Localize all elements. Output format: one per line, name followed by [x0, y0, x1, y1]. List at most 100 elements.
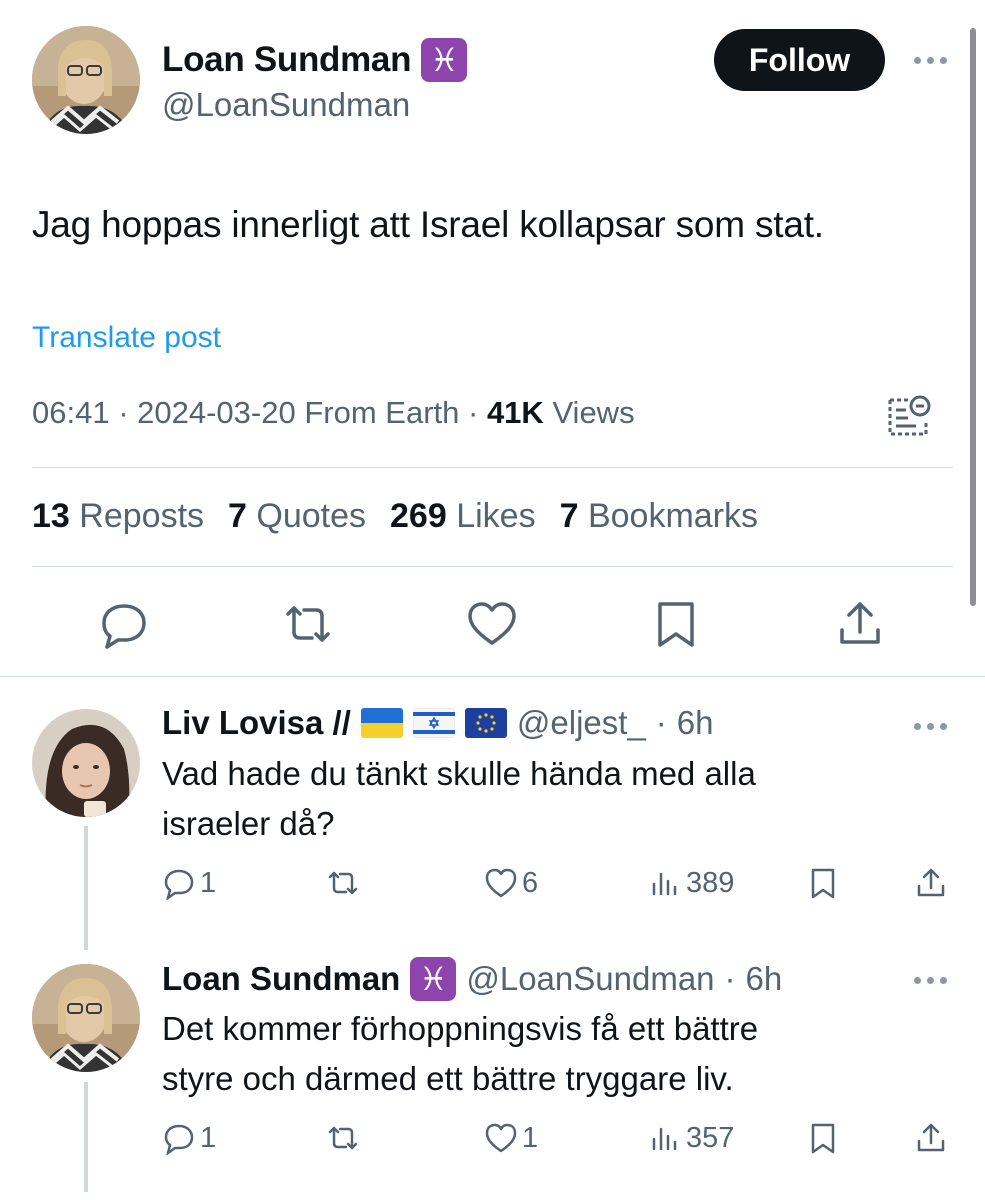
reply-time[interactable]: 6h	[746, 960, 783, 998]
ukraine-flag-icon	[360, 708, 403, 738]
tweet-date[interactable]: 2024-03-20	[137, 395, 296, 430]
views-count: 41K	[486, 395, 544, 430]
stat-count: 13	[32, 497, 70, 535]
views-count: 389	[686, 866, 735, 899]
stat-count: 7	[559, 497, 579, 535]
like-icon[interactable]	[466, 598, 518, 650]
reply-icon	[164, 1124, 194, 1155]
stat-label: Bookmarks	[587, 497, 759, 535]
reply-text-line: Det kommer förhoppningsvis få ett bättre	[162, 1010, 759, 1047]
share-icon	[917, 868, 945, 897]
like-count: 6	[522, 866, 539, 899]
avatar-image	[32, 964, 140, 1072]
divider	[0, 676, 985, 677]
like-count: 1	[522, 1121, 539, 1154]
more-icon[interactable]	[910, 53, 950, 67]
scrollbar[interactable]	[970, 28, 976, 606]
likes-stat[interactable]: 269 Likes	[390, 497, 536, 536]
like-icon	[485, 1123, 517, 1153]
repost-icon	[328, 1126, 358, 1150]
follow-button[interactable]: Follow	[714, 29, 885, 91]
translate-link[interactable]: Translate post	[32, 321, 221, 355]
views-icon	[652, 872, 677, 896]
reply-text: Vad hade du tänkt skulle hända med alla …	[162, 749, 756, 849]
more-icon[interactable]	[910, 719, 950, 733]
views-button[interactable]: 389	[648, 866, 734, 900]
reply-count: 1	[200, 1121, 217, 1154]
reply-icon	[164, 869, 194, 900]
reply-button[interactable]: 1	[162, 866, 216, 900]
eu-flag-icon	[464, 708, 507, 738]
bookmark-icon[interactable]	[650, 598, 702, 650]
bookmark-icon	[811, 868, 835, 899]
stat-count: 7	[228, 497, 247, 535]
repost-button[interactable]	[326, 866, 364, 900]
reply-author-handle[interactable]: @LoanSundman	[466, 960, 714, 998]
post-analytics-icon[interactable]	[886, 394, 932, 440]
tweet-meta: 06:41 · 2024-03-20 From Earth · 41K View…	[32, 395, 635, 431]
stat-count: 269	[390, 497, 447, 535]
time-separator: ·	[655, 704, 667, 741]
reply-text-line: israeler då?	[162, 805, 335, 842]
reply-text-line: Vad hade du tänkt skulle hända med alla	[162, 755, 756, 792]
avatar[interactable]	[32, 26, 140, 134]
reply-icon[interactable]	[98, 598, 150, 650]
reply-text-line: styre och därmed ett bättre tryggare liv…	[162, 1060, 734, 1097]
avatar[interactable]	[32, 709, 140, 817]
author-name-text: Loan Sundman	[162, 40, 412, 79]
reply-header: Liv Lovisa // @eljest_ · 6h	[162, 704, 714, 742]
divider	[32, 566, 953, 567]
author-handle[interactable]: @LoanSundman	[162, 86, 410, 124]
tweet-actions	[0, 598, 985, 654]
pisces-icon: ♓	[410, 957, 457, 1001]
repost-button[interactable]	[326, 1121, 364, 1155]
reply-header: Loan Sundman ♓ @LoanSundman · 6h	[162, 957, 782, 1001]
bookmark-button[interactable]	[806, 1121, 840, 1155]
reply-author-name[interactable]: Loan Sundman	[162, 960, 400, 998]
more-icon[interactable]	[910, 973, 950, 987]
time-separator: ·	[724, 960, 736, 997]
like-button[interactable]: 1	[484, 1121, 538, 1155]
tweet-time[interactable]: 06:41	[32, 395, 110, 430]
meta-separator: ·	[118, 395, 138, 430]
reply-author-name[interactable]: Liv Lovisa //	[162, 704, 351, 742]
views-button[interactable]: 357	[648, 1121, 734, 1155]
reply-button[interactable]: 1	[162, 1121, 216, 1155]
like-button[interactable]: 6	[484, 866, 538, 900]
israel-flag-icon	[412, 708, 455, 738]
share-button[interactable]	[914, 866, 948, 900]
avatar-image	[32, 26, 140, 134]
pisces-icon: ♓	[421, 38, 468, 82]
tweet-text: Jag hoppas innerligt att Israel kollapsa…	[32, 204, 824, 245]
author-name[interactable]: Loan Sundman ♓	[162, 38, 468, 82]
stat-label: Reposts	[79, 497, 205, 535]
meta-separator: ·	[468, 395, 487, 430]
tweet-stats: 13 Reposts 7 Quotes 269 Likes 7 Bookmark…	[32, 497, 758, 536]
repost-icon	[328, 871, 358, 895]
share-icon[interactable]	[834, 598, 886, 650]
reply-actions: 1 1 357	[0, 1121, 985, 1161]
reposts-stat[interactable]: 13 Reposts	[32, 497, 204, 536]
quotes-stat[interactable]: 7 Quotes	[228, 497, 366, 536]
bookmark-button[interactable]	[806, 866, 840, 900]
like-icon	[485, 868, 517, 898]
stat-label: Quotes	[256, 497, 367, 535]
share-icon	[917, 1123, 945, 1152]
share-button[interactable]	[914, 1121, 948, 1155]
stat-label: Likes	[456, 497, 536, 535]
tweet-location: From Earth	[304, 395, 460, 430]
bookmarks-stat[interactable]: 7 Bookmarks	[560, 497, 758, 536]
bookmark-icon	[811, 1123, 835, 1154]
repost-icon[interactable]	[282, 598, 334, 650]
views-label: Views	[552, 395, 635, 430]
avatar-image	[32, 709, 140, 817]
reply-time[interactable]: 6h	[677, 704, 714, 742]
views-icon	[652, 1127, 677, 1151]
reply-count: 1	[200, 866, 217, 899]
views-count: 357	[686, 1121, 735, 1154]
reply-text: Det kommer förhoppningsvis få ett bättre…	[162, 1004, 758, 1104]
divider	[32, 467, 953, 468]
reply-actions: 1 6 389	[0, 866, 985, 906]
reply-author-handle[interactable]: @eljest_	[517, 704, 646, 742]
avatar[interactable]	[32, 964, 140, 1072]
